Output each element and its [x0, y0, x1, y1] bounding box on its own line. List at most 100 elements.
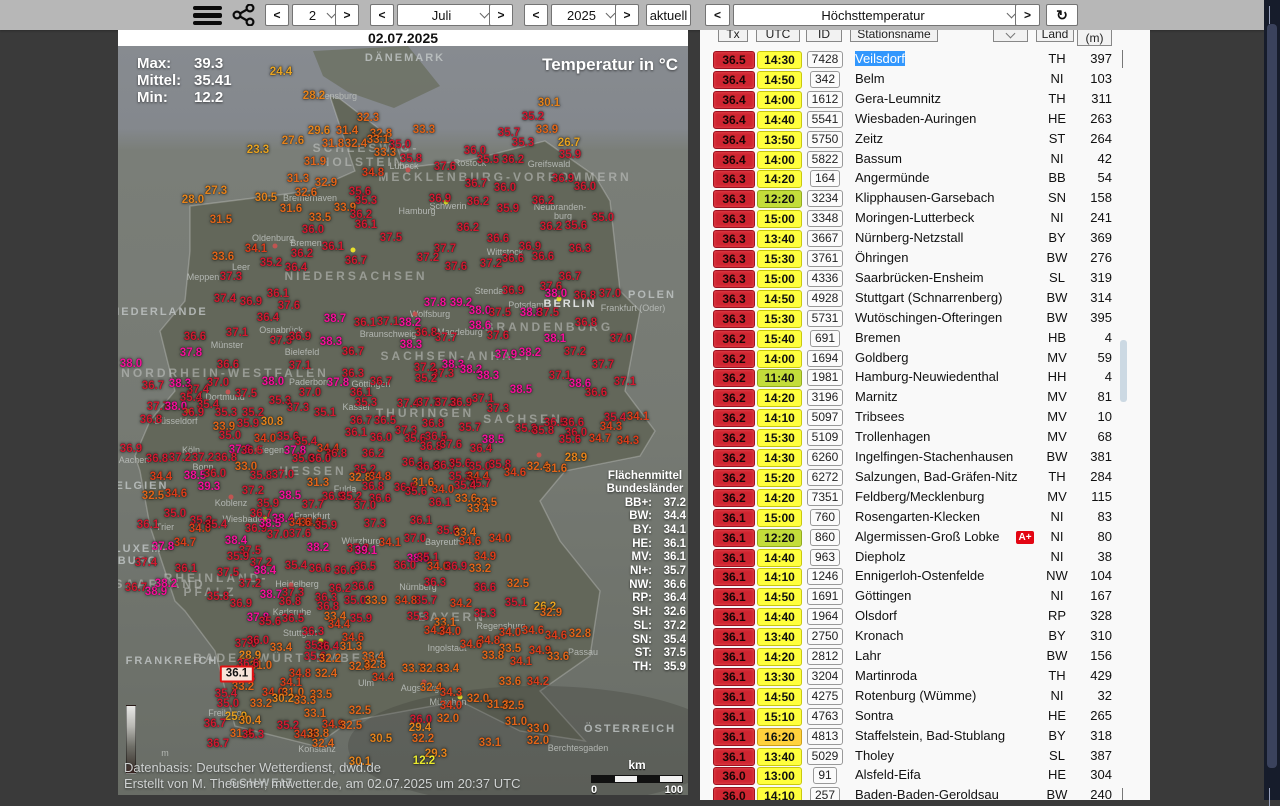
station-name[interactable]: Tribsees	[855, 409, 1018, 425]
table-row[interactable]: 36.313:403667Nürnberg-NetzstallBY369	[700, 229, 1150, 249]
station-id-button[interactable]: 91	[813, 767, 836, 784]
station-id-button[interactable]: 5109	[807, 429, 844, 446]
station-id-button[interactable]: 4336	[807, 270, 844, 287]
month-next-button[interactable]: >	[489, 4, 513, 26]
table-row[interactable]: 36.114:101246Ennigerloh-OstenfeldeNW104	[700, 567, 1150, 587]
station-id-button[interactable]: 3348	[807, 210, 844, 227]
station-name[interactable]: Baden-Baden-Geroldsau	[855, 787, 1018, 800]
refresh-button[interactable]: ↻	[1046, 4, 1078, 26]
table-row[interactable]: 36.215:206272Salzungen, Bad-Gräfen-Nitze…	[700, 468, 1150, 488]
station-id-button[interactable]: 6260	[807, 449, 844, 466]
header-tx[interactable]: Tx	[718, 30, 748, 42]
day-prev-button[interactable]: <	[265, 4, 289, 26]
station-name[interactable]: Rotenburg (Wümme)	[855, 688, 1018, 704]
table-row[interactable]: 36.315:004336Saarbrücken-EnsheimSL319	[700, 269, 1150, 289]
month-prev-button[interactable]: <	[370, 4, 394, 26]
table-row[interactable]: 36.315:303761ÖhringenBW276	[700, 249, 1150, 269]
table-row[interactable]: 36.414:50342BelmNI103	[700, 70, 1150, 90]
station-name[interactable]: Klipphausen-Garsebach	[855, 190, 1018, 206]
header-utc[interactable]: UTC	[756, 30, 800, 42]
scroll-down-icon[interactable]	[1269, 788, 1270, 806]
table-row[interactable]: 36.214:207351Feldberg/MecklenburgMV115	[700, 488, 1150, 508]
table-scrollbar-thumb[interactable]	[1120, 340, 1127, 402]
header-stationsname[interactable]: Stationsname	[850, 30, 938, 42]
station-id-button[interactable]: 6272	[807, 469, 844, 486]
header-sort-dropdown[interactable]	[993, 30, 1028, 42]
table-row[interactable]: 36.113:405029TholeySL387	[700, 747, 1150, 767]
station-id-button[interactable]: 1981	[807, 369, 844, 386]
station-name[interactable]: Lahr	[855, 648, 1018, 664]
station-name[interactable]: Olsdorf	[855, 608, 1018, 624]
station-id-button[interactable]: 342	[810, 71, 840, 88]
table-row[interactable]: 36.014:10257Baden-Baden-GeroldsauBW240	[700, 786, 1150, 800]
station-id-button[interactable]: 691	[810, 330, 840, 347]
window-scrollbar-thumb[interactable]	[1267, 24, 1277, 768]
station-id-button[interactable]: 4763	[807, 708, 844, 725]
station-name[interactable]: Marnitz	[855, 389, 1018, 405]
scroll-down-icon[interactable]	[1122, 788, 1123, 800]
table-row[interactable]: 36.315:305731Wutöschingen-OfteringenBW39…	[700, 309, 1150, 329]
station-id-button[interactable]: 5750	[807, 131, 844, 148]
station-name[interactable]: Saarbrücken-Ensheim	[855, 270, 1018, 286]
station-name[interactable]: Gera-Leumnitz	[855, 91, 1018, 107]
station-name[interactable]: Stuttgart (Schnarrenberg)	[855, 290, 1018, 306]
station-name[interactable]: Öhringen	[855, 250, 1018, 266]
station-name[interactable]: Wutöschingen-Ofteringen	[855, 310, 1018, 326]
station-name[interactable]: Wiesbaden-Auringen	[855, 111, 1018, 127]
station-id-button[interactable]: 5541	[807, 111, 844, 128]
parameter-select[interactable]: Höchsttemperatur	[733, 4, 1020, 26]
day-next-button[interactable]: >	[335, 4, 359, 26]
station-id-button[interactable]: 5029	[807, 748, 844, 765]
table-row[interactable]: 36.013:0091Alsfeld-EifaHE304	[700, 766, 1150, 786]
station-id-button[interactable]: 860	[810, 529, 840, 546]
station-id-button[interactable]: 3234	[807, 190, 844, 207]
parameter-prev-button[interactable]: <	[705, 4, 730, 26]
table-row[interactable]: 36.214:306260Ingelfingen-StachenhausenBW…	[700, 448, 1150, 468]
station-id-button[interactable]: 2750	[807, 628, 844, 645]
station-name[interactable]: Moringen-Lutterbeck	[855, 210, 1018, 226]
station-name[interactable]: Nürnberg-Netzstall	[855, 230, 1018, 246]
parameter-next-button[interactable]: >	[1015, 4, 1040, 26]
station-id-button[interactable]: 3761	[807, 250, 844, 267]
station-name[interactable]: Salzungen, Bad-Gräfen-Nitzendorf	[855, 469, 1018, 485]
month-select[interactable]: Juli	[397, 4, 493, 26]
station-name[interactable]: Bassum	[855, 151, 1018, 167]
station-name[interactable]: Staffelstein, Bad-Stublang	[855, 728, 1018, 744]
table-row[interactable]: 36.214:001694GoldbergMV59	[700, 349, 1150, 369]
station-name[interactable]: Ennigerloh-Ostenfelde	[855, 568, 1018, 584]
station-name[interactable]: Goldberg	[855, 350, 1018, 366]
scroll-up-icon[interactable]	[1122, 50, 1123, 68]
header-id[interactable]: ID	[806, 30, 842, 42]
station-name[interactable]: Sontra	[855, 708, 1018, 724]
table-row[interactable]: 36.214:105097TribseesMV10	[700, 408, 1150, 428]
station-id-button[interactable]: 1246	[807, 568, 844, 585]
table-row[interactable]: 36.113:402750KronachBY310	[700, 627, 1150, 647]
station-id-button[interactable]: 5822	[807, 151, 844, 168]
table-row[interactable]: 36.414:005822BassumNI42	[700, 150, 1150, 170]
station-name[interactable]: Diepholz	[855, 549, 1018, 565]
station-id-button[interactable]: 3196	[807, 389, 844, 406]
station-name[interactable]: Angermünde	[855, 170, 1018, 186]
table-row[interactable]: 36.114:504275Rotenburg (Wümme)NI32	[700, 687, 1150, 707]
table-row[interactable]: 36.211:401981Hamburg-NeuwiedenthalHH4	[700, 368, 1150, 388]
station-name[interactable]: Trollenhagen	[855, 429, 1018, 445]
year-select[interactable]: 2025	[551, 4, 619, 26]
station-id-button[interactable]: 760	[810, 509, 840, 526]
station-id-button[interactable]: 5097	[807, 409, 844, 426]
station-name[interactable]: Algermissen-Groß Lobke	[855, 529, 1018, 545]
station-id-button[interactable]: 4275	[807, 688, 844, 705]
station-id-button[interactable]: 1694	[807, 350, 844, 367]
station-id-button[interactable]: 257	[810, 787, 840, 800]
year-prev-button[interactable]: <	[524, 4, 548, 26]
table-row[interactable]: 36.114:202812LahrBW156	[700, 647, 1150, 667]
station-id-button[interactable]: 7428	[807, 51, 844, 68]
station-name[interactable]: Belm	[855, 71, 1018, 87]
table-row[interactable]: 36.414:001612Gera-LeumnitzTH311	[700, 90, 1150, 110]
station-name[interactable]: Bremen	[855, 330, 1018, 346]
share-icon[interactable]	[232, 4, 256, 31]
station-name[interactable]: Tholey	[855, 748, 1018, 764]
station-name[interactable]: Martinroda	[855, 668, 1018, 684]
table-row[interactable]: 36.115:104763SontraHE265	[700, 707, 1150, 727]
station-name[interactable]: Ingelfingen-Stachenhausen	[855, 449, 1018, 465]
station-name[interactable]: Veilsdorf	[855, 51, 1018, 67]
